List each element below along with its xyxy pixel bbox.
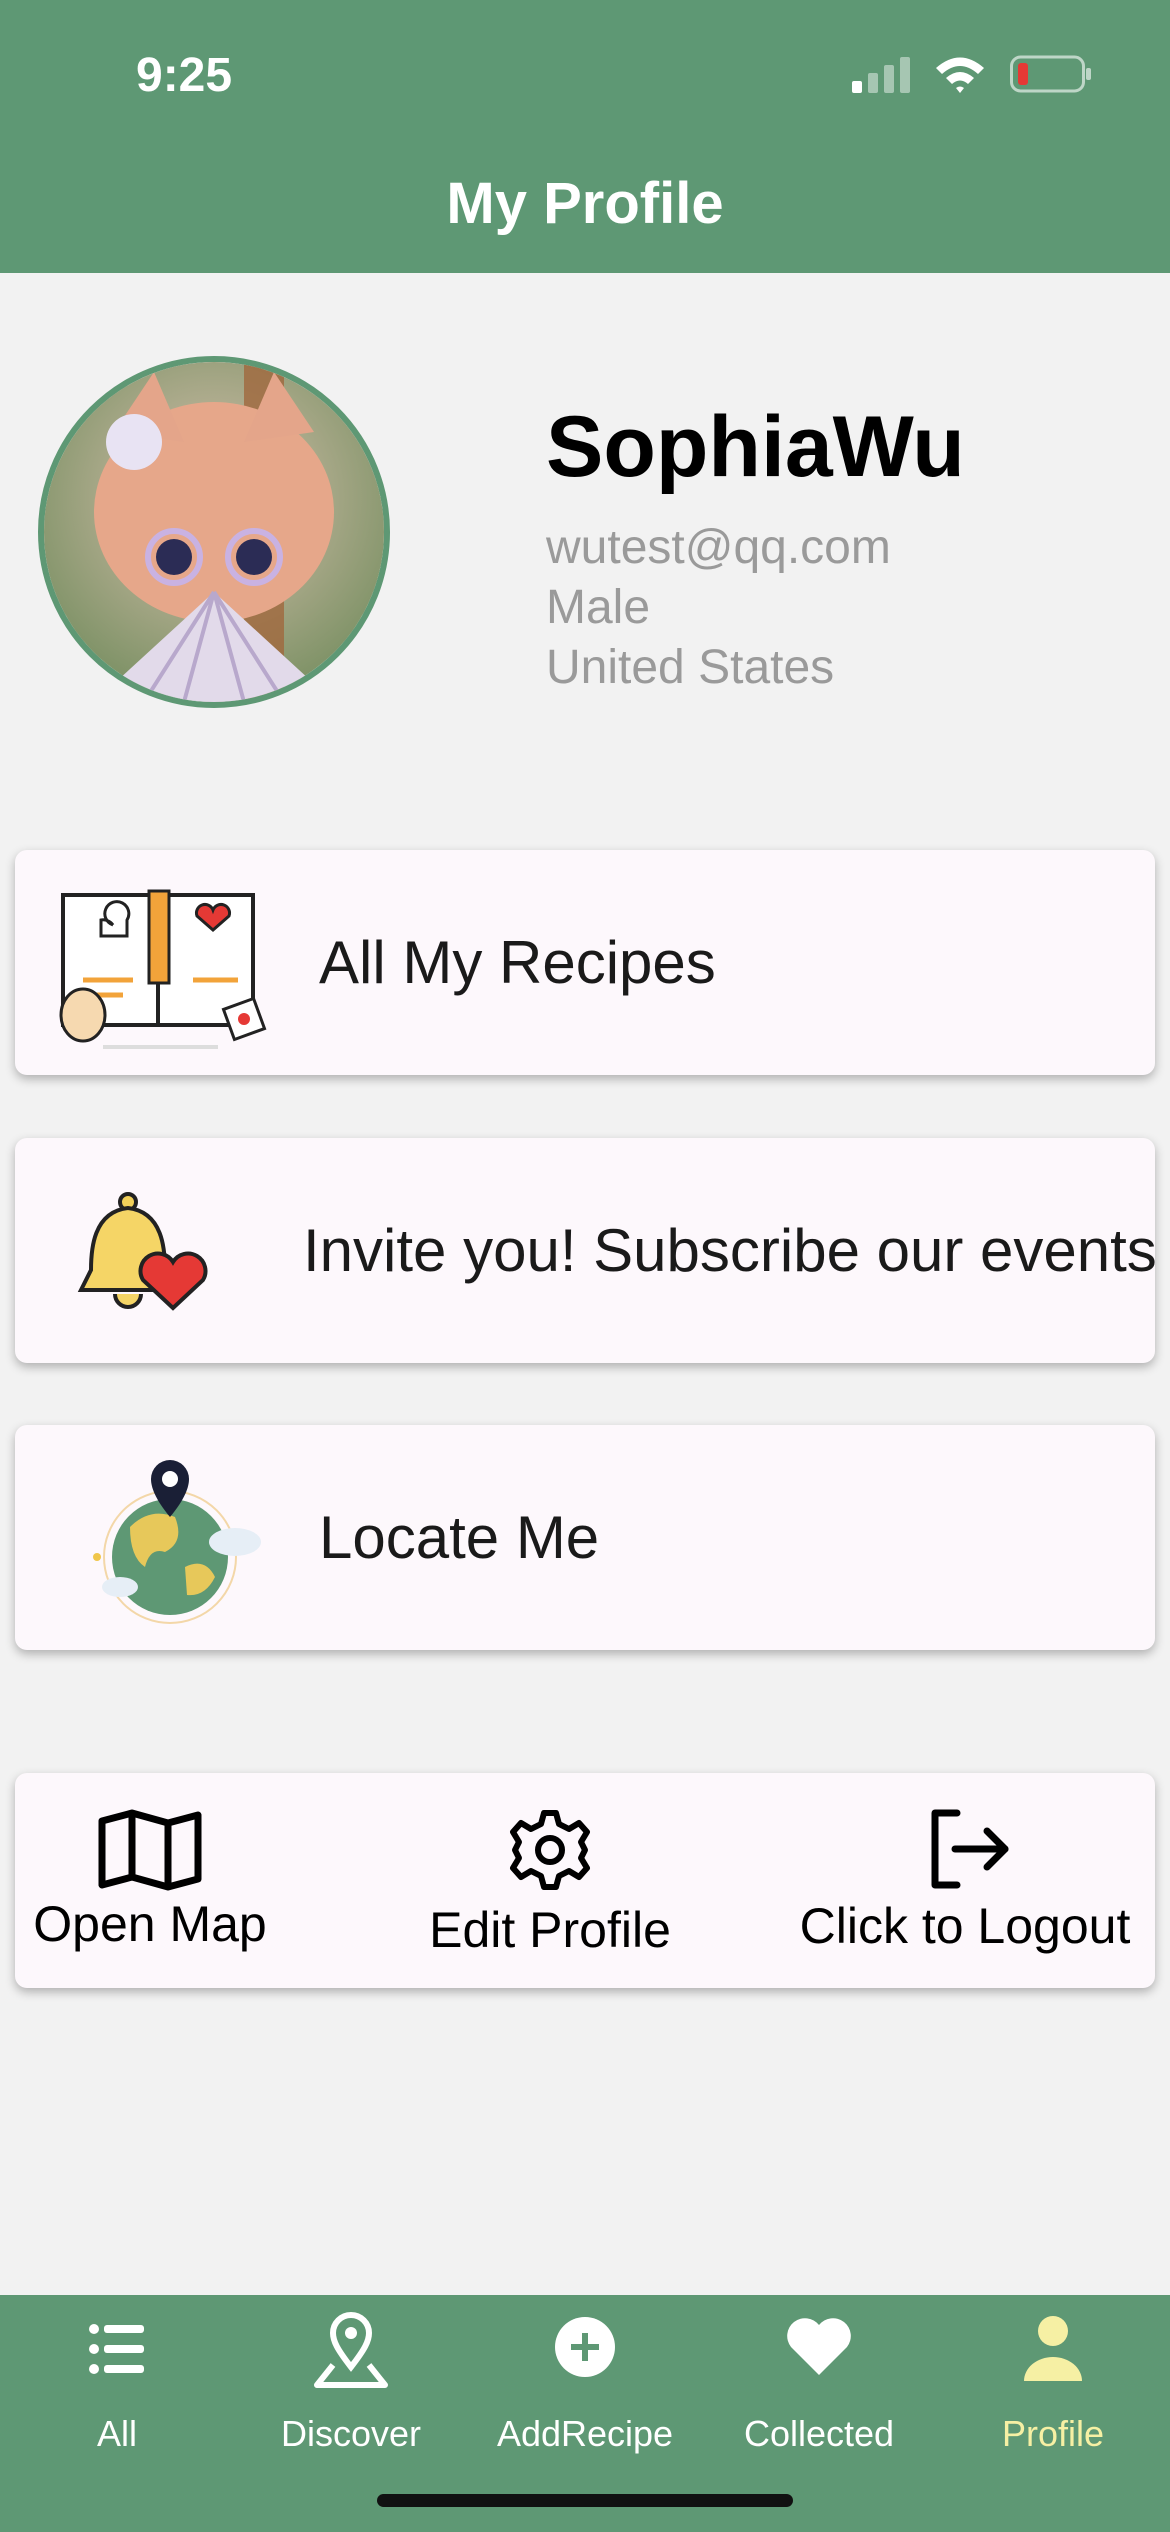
globe-pin-icon bbox=[93, 1460, 261, 1624]
logout-button[interactable]: Click to Logout bbox=[775, 1773, 1155, 1988]
gear-icon bbox=[510, 1810, 590, 1890]
header: 9:25 My Profile bbox=[0, 0, 1170, 273]
logout-label: Click to Logout bbox=[799, 1898, 1131, 1954]
heart-icon bbox=[787, 2318, 851, 2375]
menu-item-label: Locate Me bbox=[319, 1504, 600, 1571]
menu-item-label: Invite you! Subscribe our events bbox=[303, 1217, 1155, 1284]
menu-item-locate-me[interactable]: Locate Me bbox=[15, 1425, 1155, 1650]
tab-label: Collected bbox=[743, 2413, 895, 2454]
edit-profile-button[interactable]: Edit Profile bbox=[390, 1773, 710, 1988]
wifi-icon bbox=[936, 57, 984, 93]
tab-label: AddRecipe bbox=[496, 2413, 674, 2454]
menu-item-label: All My Recipes bbox=[319, 929, 716, 996]
avatar[interactable] bbox=[38, 356, 390, 708]
tab-label: All bbox=[96, 2413, 137, 2454]
profile-name: SophiaWu bbox=[546, 399, 965, 495]
recipe-book-icon bbox=[59, 889, 267, 1049]
plus-circle-icon bbox=[555, 2317, 615, 2377]
actions-bar: Open Map Edit Profile Click to Logout bbox=[15, 1773, 1155, 1988]
home-indicator bbox=[377, 2494, 793, 2507]
person-icon bbox=[1024, 2316, 1082, 2381]
profile-email: wutest@qq.com bbox=[546, 521, 891, 574]
tab-all[interactable]: All bbox=[0, 2295, 234, 2532]
tab-profile[interactable]: Profile bbox=[936, 2295, 1170, 2532]
open-map-label: Open Map bbox=[33, 1896, 267, 1952]
logout-icon bbox=[931, 1809, 1009, 1889]
status-icons bbox=[852, 55, 1092, 93]
avatar-image bbox=[44, 362, 384, 702]
edit-profile-label: Edit Profile bbox=[429, 1902, 671, 1958]
page-title: My Profile bbox=[446, 171, 724, 236]
menu-item-subscribe-events[interactable]: Invite you! Subscribe our events bbox=[15, 1138, 1155, 1363]
profile-country: United States bbox=[546, 641, 835, 694]
status-time: 9:25 bbox=[136, 49, 233, 102]
map-icon bbox=[98, 1809, 202, 1891]
signal-icon bbox=[852, 57, 910, 93]
menu-item-all-recipes[interactable]: All My Recipes bbox=[15, 850, 1155, 1075]
map-pin-icon bbox=[314, 2312, 388, 2388]
profile-gender: Male bbox=[546, 581, 651, 634]
list-icon bbox=[89, 2324, 144, 2374]
tab-label: Discover bbox=[280, 2413, 422, 2454]
open-map-button[interactable]: Open Map bbox=[15, 1773, 285, 1988]
tab-label: Profile bbox=[1001, 2413, 1105, 2454]
battery-icon bbox=[1010, 55, 1091, 93]
bell-heart-icon bbox=[77, 1192, 208, 1311]
